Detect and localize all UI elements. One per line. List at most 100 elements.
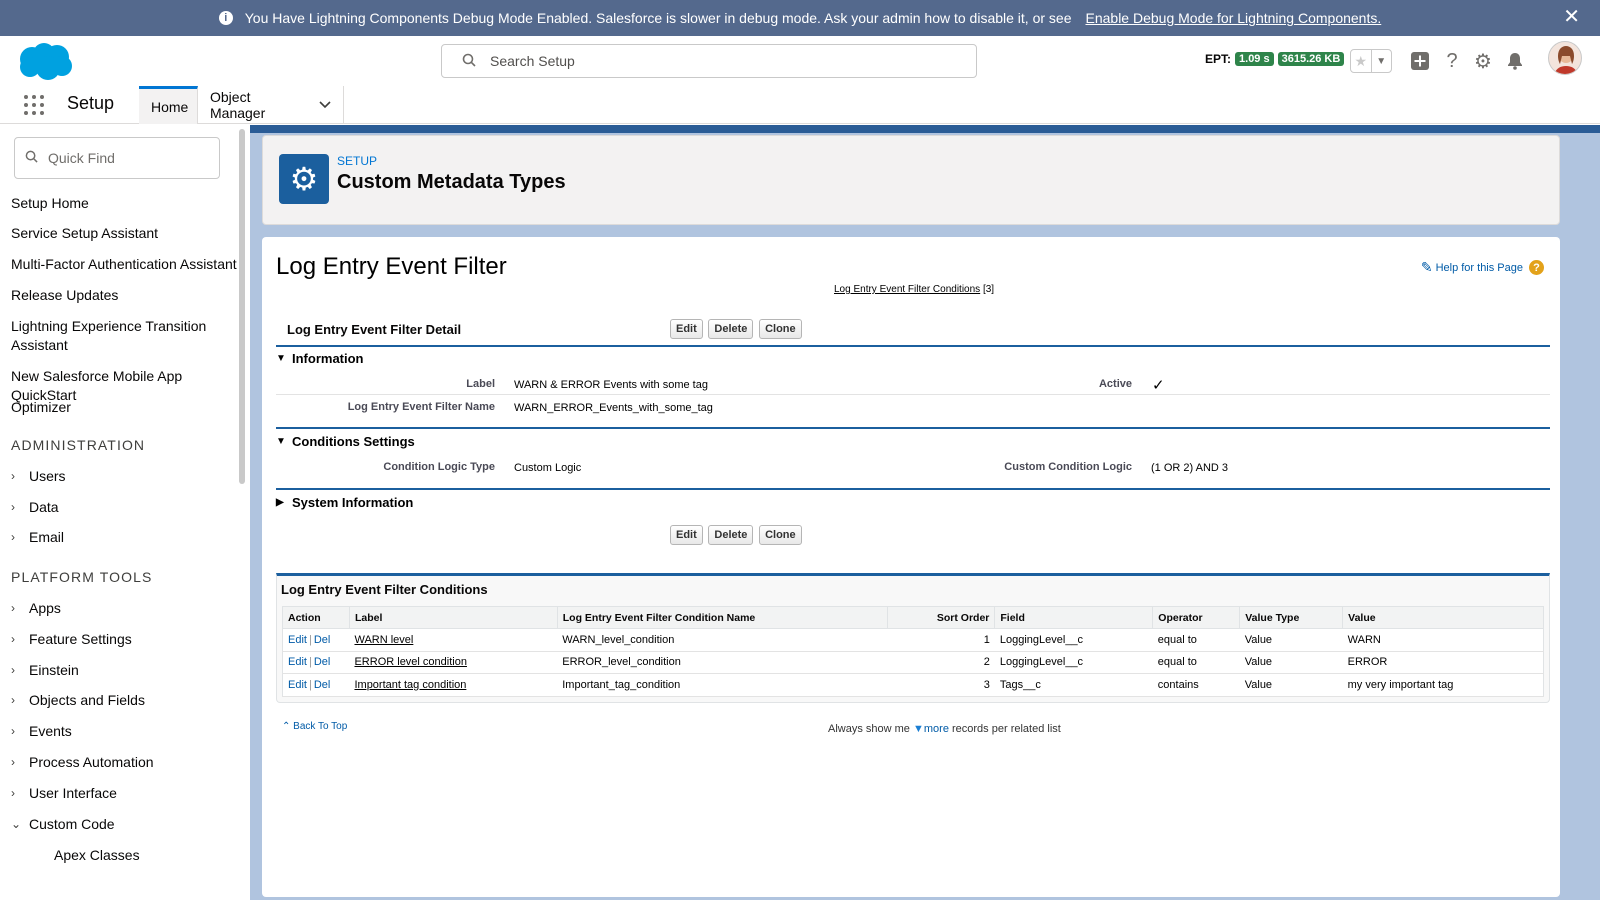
edit-row-link[interactable]: Edit [288, 634, 307, 646]
edit-button[interactable]: Edit [670, 525, 703, 545]
global-actions-icon[interactable] [1408, 49, 1432, 73]
column-header[interactable]: Sort Order [887, 606, 996, 629]
back-to-top-label: Back To Top [293, 721, 348, 732]
delete-row-link[interactable]: Del [314, 679, 331, 691]
close-icon[interactable]: ✕ [1563, 7, 1580, 27]
cell-operator: contains [1152, 673, 1240, 697]
avatar[interactable] [1548, 41, 1582, 75]
search-setup-field[interactable] [441, 44, 977, 78]
setup-sidebar: Setup Home Service Setup Assistant Multi… [0, 125, 250, 900]
delete-button[interactable]: Delete [708, 319, 754, 339]
column-header[interactable]: Label [349, 606, 558, 629]
gear-icon[interactable]: ⚙ [1471, 49, 1495, 73]
sidebar-item-einstein[interactable]: › Einstein [11, 662, 79, 678]
column-header[interactable]: Log Entry Event Filter Condition Name [557, 606, 889, 629]
chevron-down-icon[interactable] [319, 98, 331, 112]
column-header[interactable]: Field [994, 606, 1154, 629]
sidebar-item-apps[interactable]: › Apps [11, 600, 61, 616]
enable-debug-mode-link[interactable]: Enable Debug Mode for Lightning Componen… [1086, 10, 1382, 26]
clone-button[interactable]: Clone [759, 525, 802, 545]
chevron-right-icon: › [11, 632, 15, 646]
back-to-top-link[interactable]: ⌃ Back To Top [282, 721, 347, 732]
triangle-down-icon[interactable]: ▼ [276, 353, 286, 364]
page-header: ⚙ SETUP Custom Metadata Types [262, 135, 1560, 225]
sidebar-item-custom-code[interactable]: ⌄ Custom Code [11, 816, 115, 832]
sidebar-item-release-updates[interactable]: Release Updates [11, 286, 241, 305]
field-label-name: Log Entry Event Filter Name [347, 401, 495, 413]
ept-size-badge: 3615.26 KB [1277, 52, 1345, 66]
sidebar-item-mfa-assistant[interactable]: Multi-Factor Authentication Assistant [11, 255, 241, 274]
column-header[interactable]: Operator [1152, 606, 1241, 629]
sidebar-item-optimizer[interactable]: Optimizer [11, 398, 241, 417]
sidebar-item-lightning-transition-assistant[interactable]: Lightning Experience Transition Assistan… [11, 317, 211, 355]
sidebar-item-objects-and-fields[interactable]: › Objects and Fields [11, 692, 145, 708]
edit-row-link[interactable]: Edit [288, 656, 307, 668]
sidebar-item-feature-settings[interactable]: › Feature Settings [11, 631, 132, 647]
sidebar-item-label: User Interface [29, 785, 117, 801]
app-name: Setup [67, 93, 115, 113]
context-bar: Setup Home Object Manager [0, 86, 1600, 124]
delete-row-link[interactable]: Del [314, 634, 331, 646]
sidebar-item-email[interactable]: › Email [11, 529, 64, 545]
sidebar-item-process-automation[interactable]: › Process Automation [11, 754, 154, 770]
table-row: Edit | Del WARN level WARN_level_condition… [282, 628, 1544, 652]
sidebar-scrollbar[interactable] [239, 129, 245, 484]
cell-operator: equal to [1152, 651, 1240, 674]
chevron-right-icon: › [11, 530, 15, 544]
related-link-count: [3] [982, 284, 995, 295]
sidebar-item-service-setup-assistant[interactable]: Service Setup Assistant [11, 224, 241, 243]
sidebar-item-users[interactable]: › Users [11, 468, 66, 484]
delete-button[interactable]: Delete [708, 525, 754, 545]
cell-name: WARN_level_condition [557, 628, 888, 652]
tab-object-manager[interactable]: Object Manager [198, 86, 344, 124]
cell-sort-order: 3 [887, 673, 995, 697]
main-content-area: ⚙ SETUP Custom Metadata Types Log Entry … [250, 125, 1600, 900]
information-section-header[interactable]: ▼ Information [276, 351, 1550, 366]
field-row: Log Entry Event Filter Name WARN_ERROR_E… [276, 396, 1550, 418]
info-icon: i [218, 11, 233, 25]
triangle-down-icon[interactable]: ▼ [276, 436, 286, 447]
show-more-link[interactable]: more [924, 723, 949, 735]
help-icon[interactable]: ? [1440, 49, 1464, 73]
related-list-hover-link[interactable]: Log Entry Event Filter Conditions [3] [834, 284, 994, 295]
triangle-down-icon[interactable]: ▼ [913, 723, 924, 735]
tab-home[interactable]: Home [139, 86, 198, 124]
triangle-right-icon[interactable]: ▶ [276, 497, 286, 508]
field-value-label: WARN & ERROR Events with some tag [514, 379, 708, 391]
delete-row-link[interactable]: Del [314, 656, 331, 668]
sidebar-item-label: Events [29, 723, 72, 739]
sidebar-item-data[interactable]: › Data [11, 499, 59, 515]
sidebar-item-events[interactable]: › Events [11, 723, 72, 739]
sidebar-item-setup-home[interactable]: Setup Home [11, 194, 241, 213]
edit-button[interactable]: Edit [670, 319, 703, 339]
column-header[interactable]: Value [1342, 606, 1544, 629]
clone-button[interactable]: Clone [759, 319, 802, 339]
chevron-right-icon: › [11, 693, 15, 707]
condition-label-link[interactable]: WARN level [354, 634, 413, 646]
search-setup-input[interactable] [490, 53, 930, 69]
chevron-down-icon[interactable]: ▼ [1370, 50, 1392, 72]
row-actions: Edit | Del [282, 673, 350, 697]
system-information-section: ▶ System Information [276, 495, 1550, 515]
edit-row-link[interactable]: Edit [288, 679, 307, 691]
app-launcher-icon[interactable] [24, 95, 44, 115]
quick-find-input[interactable] [48, 150, 208, 166]
cell-label: ERROR level condition [349, 651, 558, 674]
notifications-bell-icon[interactable] [1503, 49, 1527, 73]
conditions-section-header[interactable]: ▼ Conditions Settings [276, 434, 1550, 449]
condition-label-link[interactable]: Important tag condition [354, 679, 466, 691]
sidebar-item-user-interface[interactable]: › User Interface [11, 785, 117, 801]
star-icon[interactable]: ★ [1351, 50, 1371, 72]
help-for-this-page-link[interactable]: ✎ Help for this Page ? [1421, 259, 1544, 276]
section-heading: Information [292, 351, 364, 366]
condition-label-link[interactable]: ERROR level condition [354, 656, 467, 668]
salesforce-logo[interactable] [16, 41, 74, 81]
tab-object-manager-label: Object Manager [210, 89, 266, 121]
favorites-control[interactable]: ★ ▼ [1350, 49, 1392, 73]
related-link-label[interactable]: Log Entry Event Filter Conditions [834, 284, 980, 295]
sidebar-subitem-apex-classes[interactable]: Apex Classes [54, 847, 140, 863]
column-header[interactable]: Value Type [1239, 606, 1344, 629]
cell-field: Tags__c [994, 673, 1153, 697]
quick-find-field[interactable] [14, 137, 220, 179]
system-section-header[interactable]: ▶ System Information [276, 495, 1550, 510]
